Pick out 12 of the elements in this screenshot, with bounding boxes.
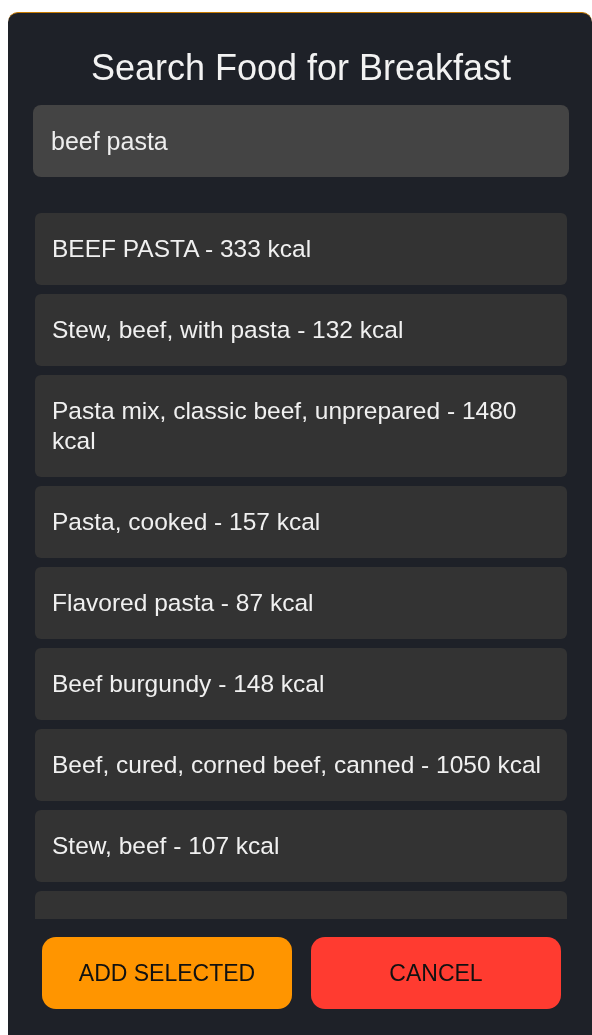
result-item[interactable]: Stew, beef, with pasta - 132 kcal bbox=[35, 294, 567, 366]
result-item[interactable]: Stew, beef - 107 kcal bbox=[35, 810, 567, 882]
result-item[interactable]: BEEF PASTA - 333 kcal bbox=[35, 213, 567, 285]
dialog-title: Search Food for Breakfast bbox=[89, 46, 513, 90]
result-item[interactable]: Beef burgundy - 148 kcal bbox=[35, 648, 567, 720]
result-item[interactable]: Flavored pasta - 87 kcal bbox=[35, 567, 567, 639]
result-item[interactable]: Pasta, cooked - 157 kcal bbox=[35, 486, 567, 558]
result-item[interactable]: Beef, cured, corned beef, canned - 1050 kcal bbox=[35, 729, 567, 801]
result-item[interactable]: Pasta mix, classic beef, unprepared - 1480 kcal bbox=[35, 375, 567, 477]
search-field[interactable]: beef pasta bbox=[33, 105, 569, 177]
cancel-button[interactable]: CANCEL bbox=[311, 937, 561, 1009]
add-button[interactable]: ADD SELECTED bbox=[42, 937, 292, 1009]
